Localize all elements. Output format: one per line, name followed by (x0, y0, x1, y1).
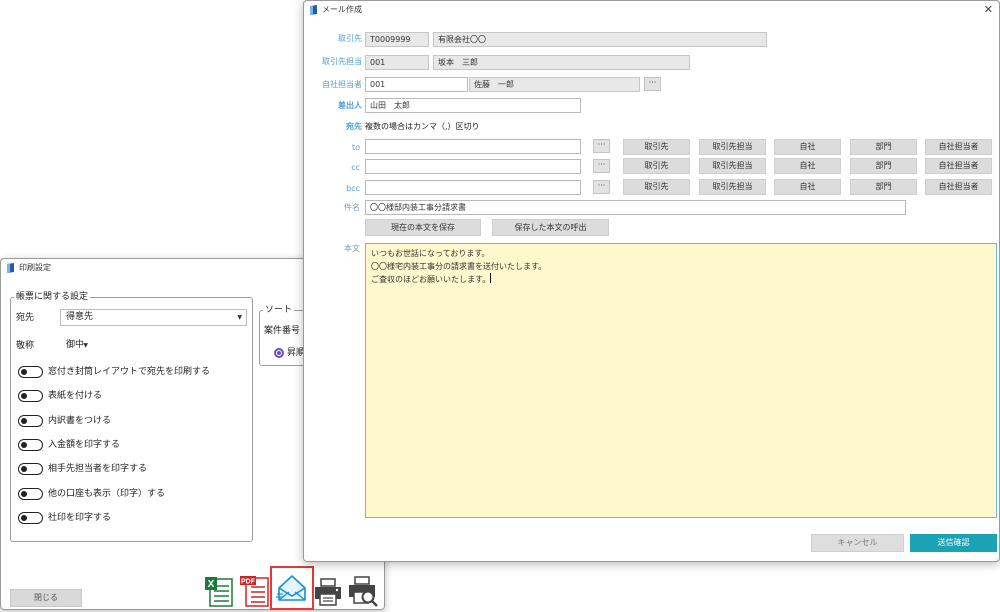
cc-label: cc (351, 163, 360, 172)
sort-ascending-radio[interactable] (274, 348, 284, 358)
document-settings-group: 帳票に関する設定 (10, 291, 253, 542)
own-contact-lookup-button[interactable]: ··· (644, 77, 661, 91)
cc-department-button[interactable]: 部門 (850, 158, 917, 174)
bcc-company-button[interactable]: 自社 (774, 179, 841, 195)
bcc-label: bcc (346, 184, 360, 193)
toggle-other-accounts[interactable] (18, 488, 43, 500)
toggle-label: 内訳書をつける (48, 416, 112, 426)
to-client-button[interactable]: 取引先 (623, 139, 690, 155)
honorific-select[interactable]: 御中 ▼ (60, 337, 91, 354)
to-client-contact-button[interactable]: 取引先担当 (699, 139, 766, 155)
sender-label: 差出人 (338, 101, 362, 110)
recipient-select[interactable]: 得意先 ▼ (60, 309, 247, 326)
client-name-field: 有限会社〇〇 (433, 32, 767, 47)
pdf-text: PDF (241, 579, 256, 586)
printer-icon[interactable] (313, 578, 343, 606)
recipient-label: 宛先 (16, 313, 35, 323)
recipient-select-value: 得意先 (66, 312, 94, 322)
save-body-button[interactable]: 現在の本文を保存 (365, 219, 481, 236)
subject-label: 件名 (344, 203, 360, 212)
toggle-contact-person[interactable] (18, 463, 43, 475)
subject-field[interactable]: 〇〇様邸内装工事分請求書 (365, 200, 906, 215)
cc-client-button[interactable]: 取引先 (623, 158, 690, 174)
toggle-label: 相手先担当者を印字する (48, 464, 148, 474)
send-confirm-button[interactable]: 送信確認 (910, 534, 997, 552)
toggle-label: 窓付き封筒レイアウトで宛先を印刷する (48, 367, 211, 377)
chevron-down-icon: ▼ (237, 314, 242, 321)
body-textarea[interactable]: いつもお世話になっております。 〇〇様宅内装工事分の請求書を送付いたします。 ご… (365, 243, 997, 518)
print-window-title: 印刷設定 (19, 263, 51, 272)
document-settings-group-label: 帳票に関する設定 (14, 291, 91, 303)
sort-group-label: ソート (263, 304, 295, 316)
pdf-export-icon[interactable]: PDF (240, 575, 270, 608)
to-lookup-button[interactable]: ··· (593, 139, 610, 153)
honorific-label: 敬称 (16, 341, 35, 351)
load-body-button[interactable]: 保存した本文の呼出 (492, 219, 609, 236)
own-contact-name-field: 佐藤 一郎 (469, 77, 640, 92)
body-label: 本文 (344, 244, 360, 253)
toggle-payment-amount[interactable] (18, 439, 43, 451)
toggle-cover-page[interactable] (18, 390, 43, 402)
toggle-label: 他の口座も表示（印字）する (48, 489, 166, 499)
bcc-own-contact-button[interactable]: 自社担当者 (925, 179, 992, 195)
client-code-field: T0009999 (365, 32, 429, 47)
honorific-select-value: 御中 (66, 340, 85, 350)
toggle-label: 表紙を付ける (48, 391, 103, 401)
cc-field[interactable] (365, 159, 581, 174)
own-contact-label: 自社担当者 (322, 80, 362, 89)
to-department-button[interactable]: 部門 (850, 139, 917, 155)
to-field[interactable] (365, 139, 581, 154)
text-caret (490, 273, 492, 283)
sender-field[interactable]: 山田 太郎 (365, 98, 581, 113)
mail-compose-window: メール作成 ✕ 取引先 T0009999 有限会社〇〇 取引先担当 001 坂本… (303, 0, 1000, 562)
toggle-company-seal[interactable] (18, 512, 43, 524)
chevron-down-icon: ▼ (83, 342, 88, 349)
cc-lookup-button[interactable]: ··· (593, 159, 610, 173)
bcc-field[interactable] (365, 180, 581, 195)
to-own-contact-button[interactable]: 自社担当者 (925, 139, 992, 155)
client-contact-label: 取引先担当 (322, 57, 362, 66)
svg-text:X: X (208, 579, 215, 590)
bcc-lookup-button[interactable]: ··· (593, 180, 610, 194)
cc-company-button[interactable]: 自社 (774, 158, 841, 174)
mail-window-title: メール作成 (322, 5, 362, 14)
body-line: いつもお世話になっております。 (371, 249, 490, 258)
body-line-with-caret: ご査収のほどお願いいたします。 (371, 273, 991, 286)
app-logo-icon (7, 263, 14, 273)
client-contact-name-field: 坂本 三郎 (433, 55, 690, 70)
toggle-breakdown[interactable] (18, 415, 43, 427)
print-preview-icon[interactable] (348, 576, 378, 607)
close-icon[interactable]: ✕ (984, 3, 993, 17)
bcc-department-button[interactable]: 部門 (850, 179, 917, 195)
mail-window-titlebar: メール作成 ✕ (304, 1, 999, 19)
to-label: to (351, 143, 360, 152)
mail-send-icon[interactable] (276, 573, 308, 604)
bcc-client-contact-button[interactable]: 取引先担当 (699, 179, 766, 195)
own-contact-code-field[interactable]: 001 (365, 77, 468, 92)
sort-key-label: 案件番号 (264, 326, 301, 336)
toggle-window-envelope[interactable] (18, 366, 43, 378)
body-line: ご査収のほどお願いいたします。 (371, 275, 491, 284)
client-label: 取引先 (338, 34, 362, 43)
bcc-client-button[interactable]: 取引先 (623, 179, 690, 195)
toggle-label: 社印を印字する (48, 513, 112, 523)
to-hint: 複数の場合はカンマ（,）区切り (365, 122, 480, 131)
body-line: 〇〇様宅内装工事分の請求書を送付いたします。 (371, 262, 547, 271)
cancel-button[interactable]: キャンセル (811, 534, 904, 552)
cc-own-contact-button[interactable]: 自社担当者 (925, 158, 992, 174)
cc-client-contact-button[interactable]: 取引先担当 (699, 158, 766, 174)
to-company-button[interactable]: 自社 (774, 139, 841, 155)
to-header-label: 宛先 (346, 122, 362, 131)
client-contact-code-field: 001 (365, 55, 429, 70)
toggle-label: 入金額を印字する (48, 440, 121, 450)
close-button[interactable]: 閉じる (10, 589, 82, 607)
app-logo-icon (310, 5, 317, 15)
excel-export-icon[interactable]: X (204, 576, 234, 608)
